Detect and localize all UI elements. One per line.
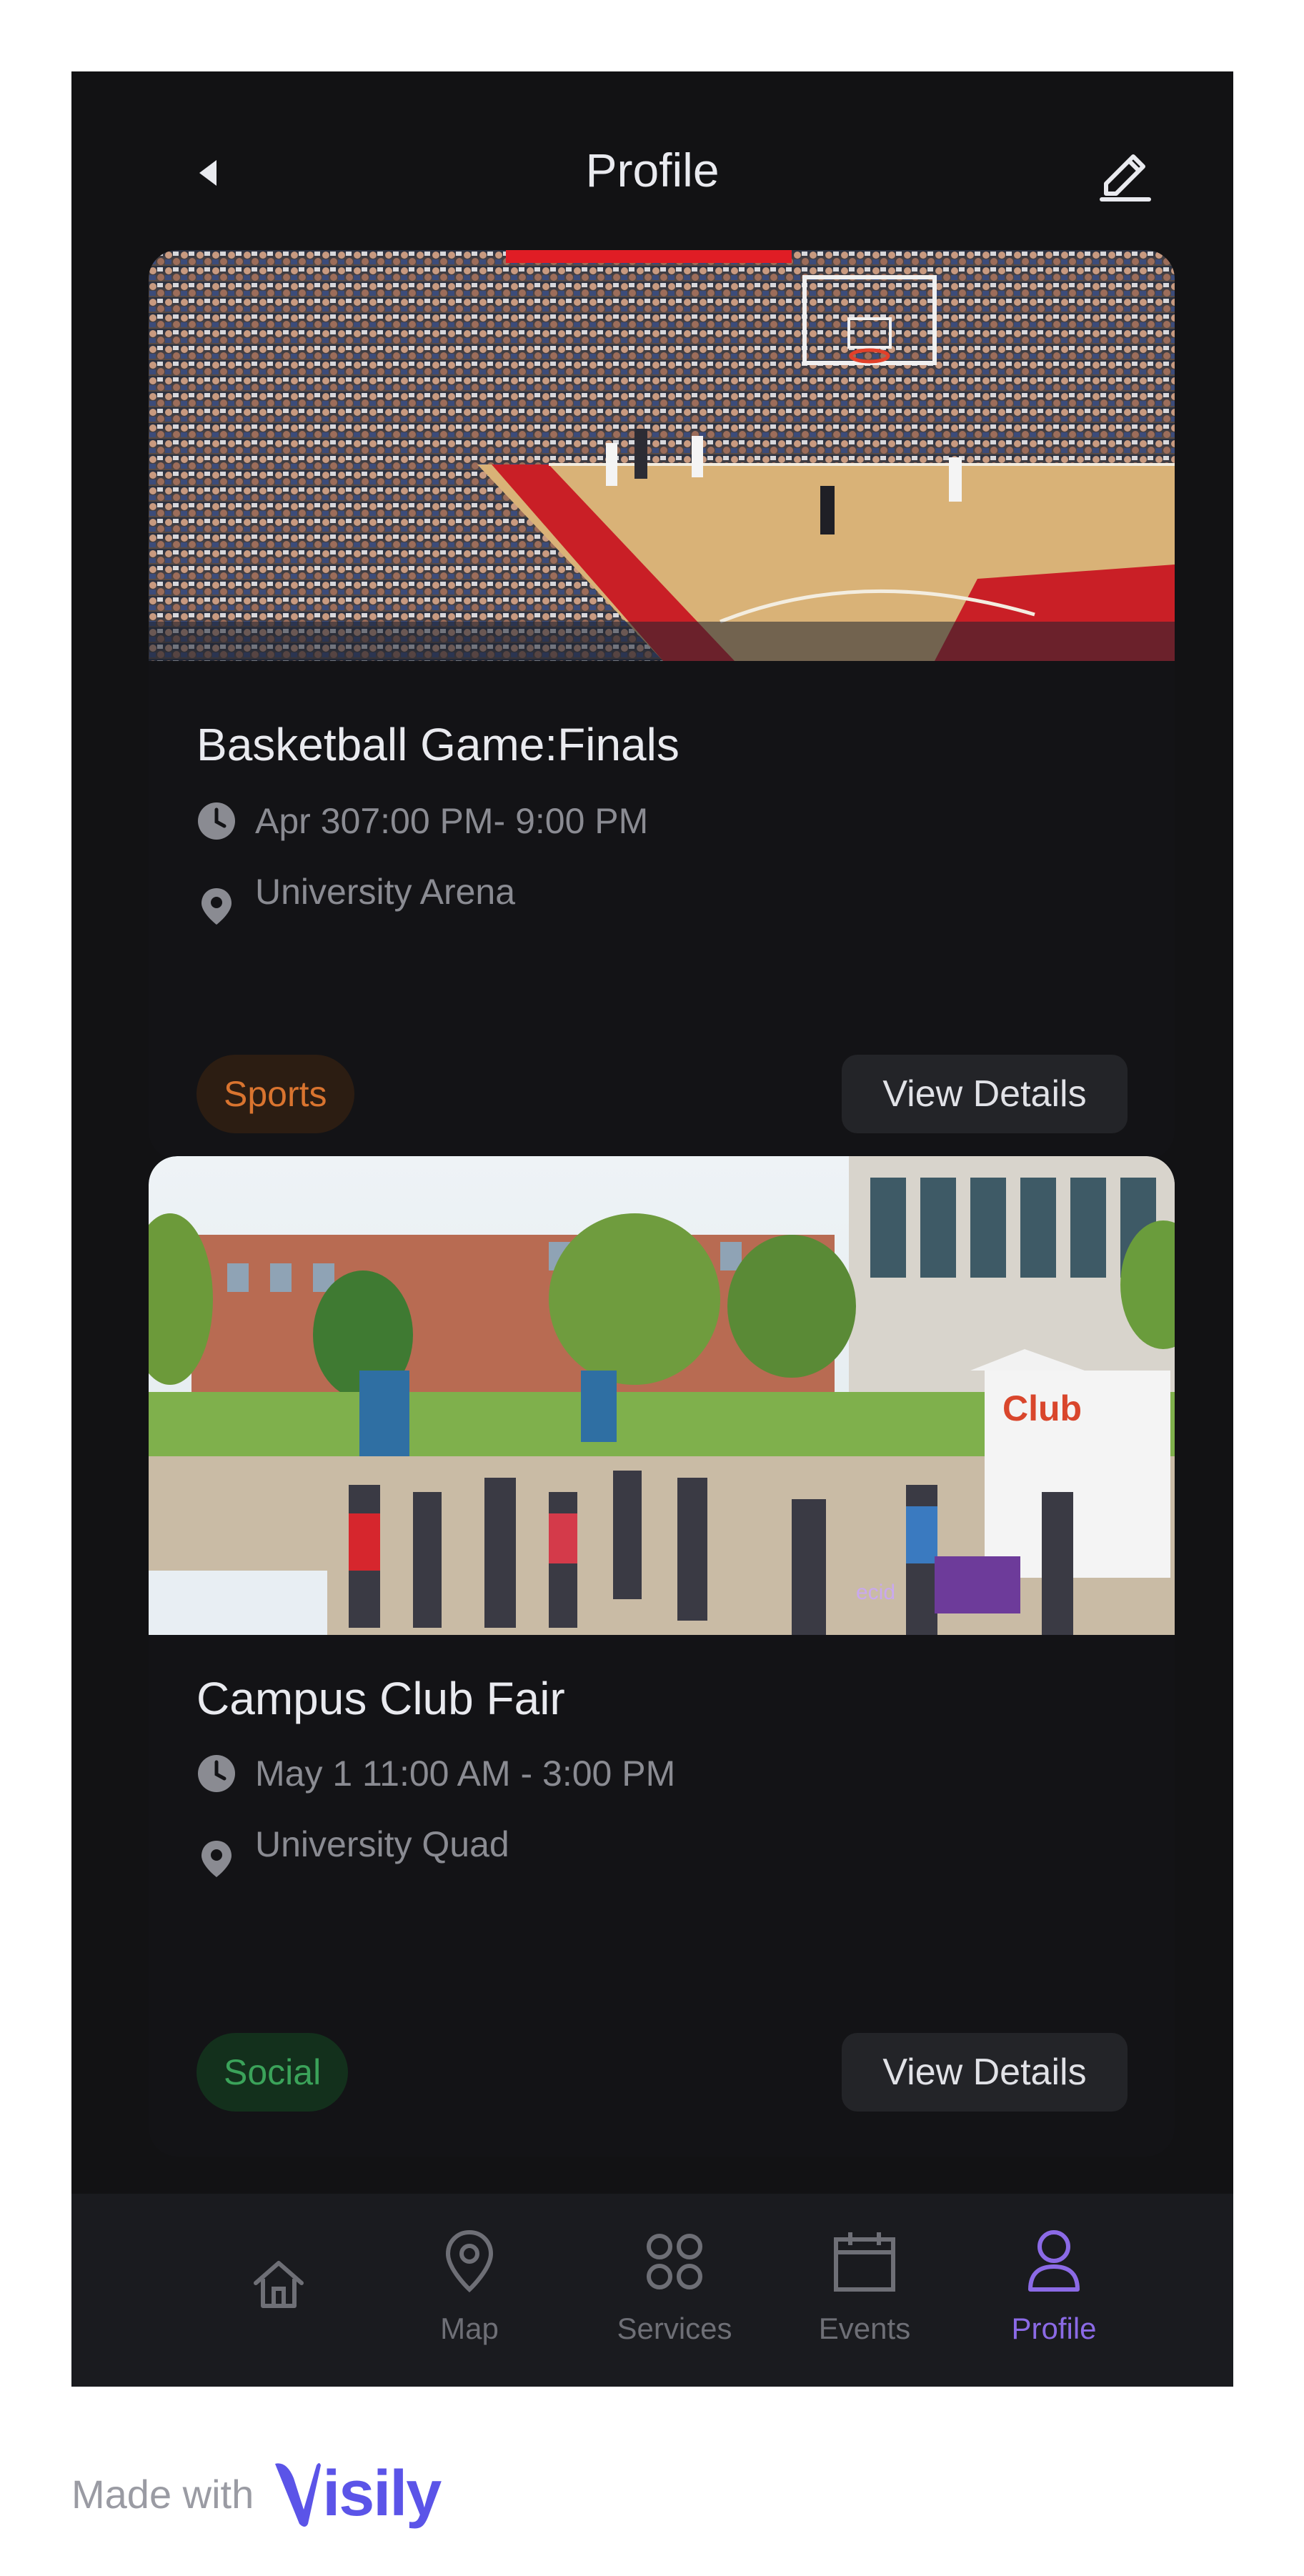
tab-label: Services bbox=[617, 2312, 732, 2345]
tab-label: Map bbox=[440, 2312, 499, 2345]
app-header: Profile bbox=[71, 71, 1233, 264]
category-chip: Social bbox=[196, 2033, 349, 2112]
event-location-row: University Arena bbox=[196, 857, 515, 926]
tab-label: Events bbox=[818, 2312, 911, 2345]
location-pin-icon bbox=[201, 1841, 232, 1877]
tab-label: Profile bbox=[1011, 2312, 1097, 2345]
phone-screen: Profile Basketball Game:Finals Apr 307:0… bbox=[71, 71, 1233, 2387]
campus-club-fair-photo: Club ecid bbox=[149, 1156, 1175, 1635]
event-location: University Quad bbox=[255, 1824, 509, 1864]
user-icon bbox=[1028, 2230, 1080, 2292]
tab-profile[interactable]: Profile bbox=[975, 2194, 1133, 2387]
clock-icon bbox=[198, 1755, 235, 1792]
event-card: Basketball Game:Finals Apr 307:00 PM- 9:… bbox=[149, 250, 1175, 1160]
event-datetime: May 1 11:00 AM - 3:00 PM bbox=[255, 1754, 676, 1794]
club-booth-sign: Club bbox=[1002, 1388, 1082, 1428]
view-details-button[interactable]: View Details bbox=[842, 1055, 1128, 1133]
event-datetime-row: Apr 307:00 PM- 9:00 PM bbox=[196, 800, 648, 842]
event-title: Basketball Game:Finals bbox=[196, 719, 680, 770]
event-datetime-row: May 1 11:00 AM - 3:00 PM bbox=[196, 1753, 675, 1794]
category-chip: Sports bbox=[196, 1055, 354, 1133]
page-title: Profile bbox=[585, 144, 720, 197]
visily-wordmark: isily bbox=[322, 2457, 442, 2530]
bottom-tab-bar: Map Services Events Profile bbox=[71, 2194, 1233, 2387]
tab-services[interactable]: Services bbox=[596, 2194, 753, 2387]
map-pin-icon bbox=[445, 2229, 494, 2293]
home-icon bbox=[254, 2261, 304, 2308]
made-with-footer: Made with isily bbox=[71, 2455, 442, 2533]
basketball-arena-photo bbox=[149, 250, 1175, 661]
event-title: Campus Club Fair bbox=[196, 1673, 565, 1724]
ecid-banner-text: ecid bbox=[856, 1581, 895, 1604]
made-with-label: Made with bbox=[71, 2471, 254, 2517]
edit-pencil-icon[interactable] bbox=[1092, 139, 1156, 204]
view-details-button[interactable]: View Details bbox=[842, 2033, 1128, 2112]
tab-events[interactable]: Events bbox=[786, 2194, 943, 2387]
event-location: University Arena bbox=[255, 872, 516, 912]
event-location-row: University Quad bbox=[196, 1810, 509, 1879]
location-pin-icon bbox=[201, 888, 232, 925]
event-card: Club ecid Campus Club Fair May 1 11:00 A… bbox=[149, 1156, 1175, 2157]
visily-v-logo-icon bbox=[275, 2463, 322, 2527]
tab-home[interactable] bbox=[200, 2194, 357, 2387]
tab-map[interactable]: Map bbox=[391, 2194, 548, 2387]
calendar-icon bbox=[834, 2232, 895, 2292]
services-grid-icon bbox=[647, 2234, 702, 2289]
clock-icon bbox=[198, 802, 235, 840]
event-datetime: Apr 307:00 PM- 9:00 PM bbox=[255, 801, 649, 841]
visily-logo[interactable]: isily bbox=[272, 2457, 442, 2531]
